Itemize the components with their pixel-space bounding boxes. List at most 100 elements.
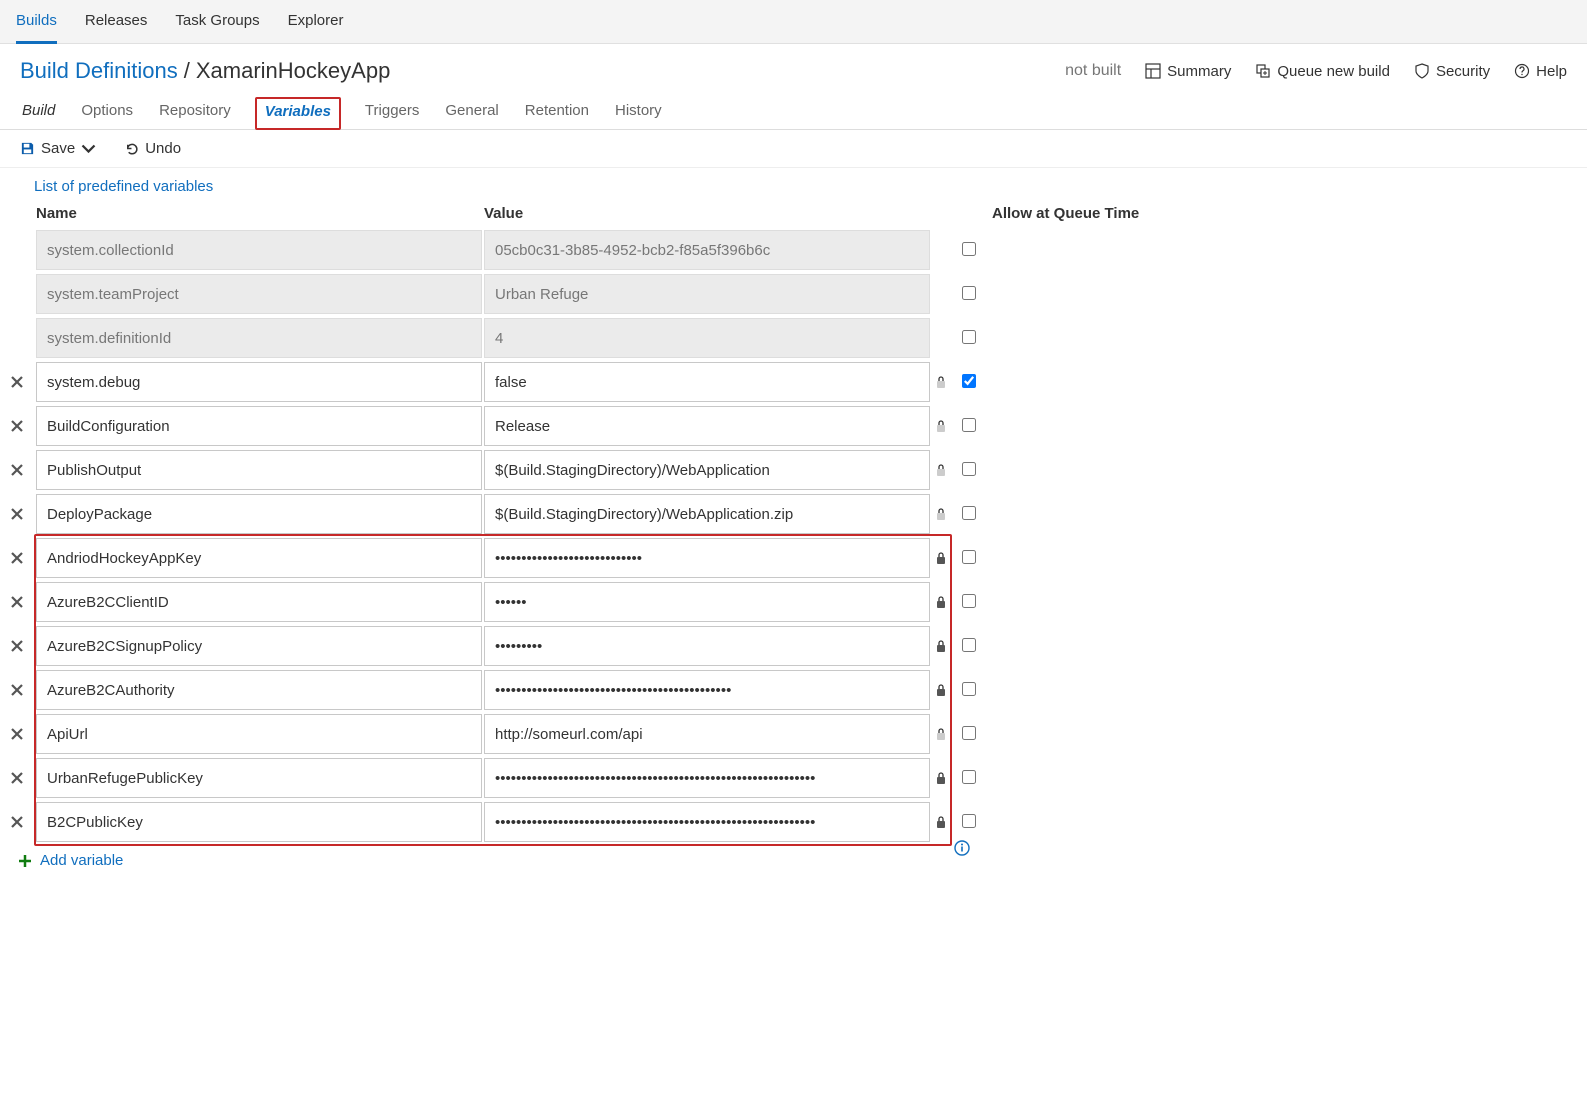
variable-value-input[interactable]: false: [484, 362, 930, 402]
table-row: DeployPackage$(Build.StagingDirectory)/W…: [8, 492, 1292, 536]
lock-icon[interactable]: [932, 417, 950, 435]
sub-tab-general[interactable]: General: [443, 96, 500, 129]
allow-queue-checkbox[interactable]: [962, 682, 990, 699]
sub-tab-options[interactable]: Options: [79, 96, 135, 129]
variable-value-input[interactable]: ••••••••••••••••••••••••••••••••••••••••…: [484, 758, 930, 798]
table-row: AndriodHockeyAppKey•••••••••••••••••••••…: [8, 536, 1292, 580]
lock-icon[interactable]: [932, 549, 950, 567]
breadcrumb-root[interactable]: Build Definitions: [20, 58, 178, 84]
allow-queue-checkbox[interactable]: [962, 638, 990, 655]
lock-icon[interactable]: [932, 461, 950, 479]
top-tab-releases[interactable]: Releases: [85, 0, 148, 44]
sub-tab-repository[interactable]: Repository: [157, 96, 233, 129]
allow-queue-checkbox[interactable]: [962, 330, 990, 347]
top-tab-explorer[interactable]: Explorer: [288, 0, 344, 44]
variable-name-input[interactable]: AzureB2CClientID: [36, 582, 482, 622]
variable-value-input[interactable]: Release: [484, 406, 930, 446]
variable-name-input[interactable]: B2CPublicKey: [36, 802, 482, 842]
sub-tab-triggers[interactable]: Triggers: [363, 96, 421, 129]
queue-build-button[interactable]: Queue new build: [1255, 63, 1390, 80]
add-variable-button[interactable]: Add variable: [8, 844, 1292, 869]
variable-name-input[interactable]: AndriodHockeyAppKey: [36, 538, 482, 578]
top-tab-builds[interactable]: Builds: [16, 0, 57, 44]
variables-table: Name Value Allow at Queue Time system.co…: [0, 203, 1300, 879]
breadcrumb: Build Definitions / XamarinHockeyApp: [20, 58, 390, 84]
table-row: system.definitionId4: [8, 316, 1292, 360]
variable-value-input[interactable]: ••••••••••••••••••••••••••••••••••••••••…: [484, 802, 930, 842]
delete-button[interactable]: [8, 417, 26, 435]
allow-queue-checkbox[interactable]: [962, 418, 990, 435]
sub-tab-history[interactable]: History: [613, 96, 664, 129]
sub-tab-variables[interactable]: Variables: [255, 97, 341, 130]
allow-queue-checkbox[interactable]: [962, 374, 990, 391]
allow-queue-checkbox[interactable]: [962, 286, 990, 303]
summary-button[interactable]: Summary: [1145, 63, 1231, 80]
undo-button[interactable]: Undo: [124, 140, 181, 157]
build-status: not built: [1065, 62, 1121, 80]
predefined-variables-link[interactable]: List of predefined variables: [0, 168, 1587, 203]
delete-button[interactable]: [8, 681, 26, 699]
column-name: Name: [36, 205, 482, 222]
variable-value-input[interactable]: ••••••••••••••••••••••••••••••••••••••••…: [484, 670, 930, 710]
lock-icon[interactable]: [932, 725, 950, 743]
lock-icon[interactable]: [932, 769, 950, 787]
delete-button[interactable]: [8, 769, 26, 787]
table-row: AzureB2CClientID••••••: [8, 580, 1292, 624]
lock-icon[interactable]: [932, 505, 950, 523]
variable-name-input[interactable]: AzureB2CAuthority: [36, 670, 482, 710]
sub-tab-retention[interactable]: Retention: [523, 96, 591, 129]
queue-label: Queue new build: [1277, 63, 1390, 80]
delete-button[interactable]: [8, 461, 26, 479]
table-row: UrbanRefugePublicKey••••••••••••••••••••…: [8, 756, 1292, 800]
lock-icon[interactable]: [932, 681, 950, 699]
queue-icon: [1255, 63, 1271, 79]
allow-queue-checkbox[interactable]: [962, 462, 990, 479]
variable-value-input[interactable]: $(Build.StagingDirectory)/WebApplication: [484, 450, 930, 490]
save-button[interactable]: Save: [20, 140, 96, 157]
variable-value-input[interactable]: $(Build.StagingDirectory)/WebApplication…: [484, 494, 930, 534]
allow-queue-checkbox[interactable]: [962, 550, 990, 567]
variable-value-input[interactable]: •••••••••: [484, 626, 930, 666]
variable-value-input: 05cb0c31-3b85-4952-bcb2-f85a5f396b6c: [484, 230, 930, 270]
variable-name-input[interactable]: BuildConfiguration: [36, 406, 482, 446]
variable-name-input[interactable]: PublishOutput: [36, 450, 482, 490]
variable-name-input[interactable]: system.debug: [36, 362, 482, 402]
table-row: AzureB2CSignupPolicy•••••••••: [8, 624, 1292, 668]
variable-value-input[interactable]: http://someurl.com/api: [484, 714, 930, 754]
help-label: Help: [1536, 63, 1567, 80]
lock-icon[interactable]: [932, 813, 950, 831]
info-icon[interactable]: [954, 840, 970, 859]
allow-queue-checkbox[interactable]: [962, 770, 990, 787]
variable-name-input[interactable]: DeployPackage: [36, 494, 482, 534]
security-button[interactable]: Security: [1414, 63, 1490, 80]
variable-name-input[interactable]: UrbanRefugePublicKey: [36, 758, 482, 798]
delete-button[interactable]: [8, 373, 26, 391]
variable-value-input[interactable]: ••••••••••••••••••••••••••••: [484, 538, 930, 578]
lock-icon[interactable]: [932, 593, 950, 611]
help-button[interactable]: Help: [1514, 63, 1567, 80]
table-row: B2CPublicKey••••••••••••••••••••••••••••…: [8, 800, 1292, 844]
lock-icon[interactable]: [932, 373, 950, 391]
allow-queue-checkbox[interactable]: [962, 506, 990, 523]
allow-queue-checkbox[interactable]: [962, 726, 990, 743]
shield-icon: [1414, 63, 1430, 79]
top-tab-task-groups[interactable]: Task Groups: [175, 0, 259, 44]
delete-button[interactable]: [8, 813, 26, 831]
toolbar: Save Undo: [0, 130, 1587, 168]
lock-icon[interactable]: [932, 637, 950, 655]
variable-name-input[interactable]: ApiUrl: [36, 714, 482, 754]
variable-value-input: Urban Refuge: [484, 274, 930, 314]
breadcrumb-separator: /: [184, 58, 190, 84]
variable-name-input[interactable]: AzureB2CSignupPolicy: [36, 626, 482, 666]
delete-button[interactable]: [8, 725, 26, 743]
allow-queue-checkbox[interactable]: [962, 242, 990, 259]
delete-button[interactable]: [8, 505, 26, 523]
sub-tab-build[interactable]: Build: [20, 96, 57, 129]
delete-button[interactable]: [8, 637, 26, 655]
variable-value-input[interactable]: ••••••: [484, 582, 930, 622]
delete-button[interactable]: [8, 593, 26, 611]
undo-icon: [124, 141, 139, 156]
allow-queue-checkbox[interactable]: [962, 594, 990, 611]
delete-button[interactable]: [8, 549, 26, 567]
allow-queue-checkbox[interactable]: [962, 814, 990, 831]
